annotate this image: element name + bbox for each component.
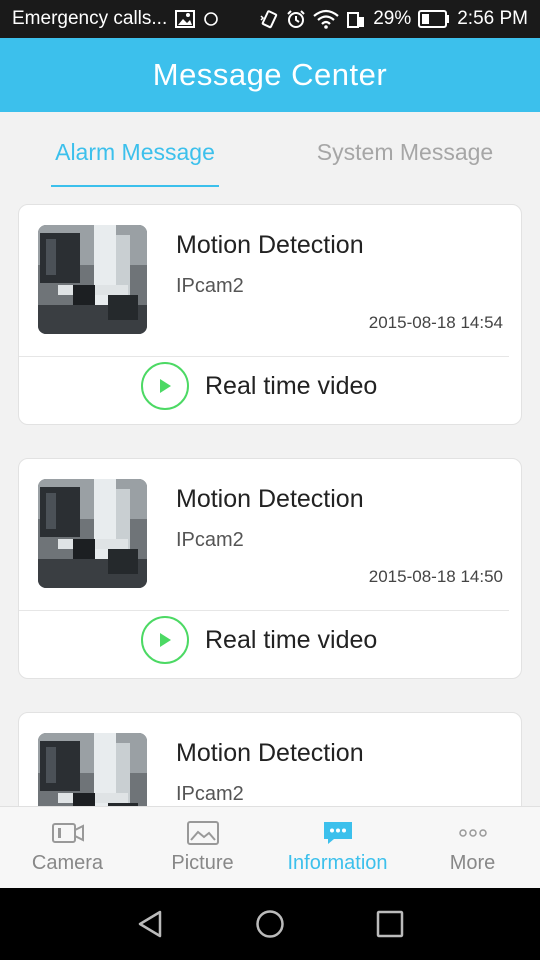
picture-icon [186,820,219,846]
tab-alarm-message[interactable]: Alarm Message [0,112,270,192]
sim-signal-icon [346,9,366,29]
active-tab-indicator [51,185,219,187]
card-divider [19,610,509,611]
vibrate-icon [259,9,279,29]
home-icon[interactable] [250,904,290,944]
more-dots-icon [458,820,487,846]
system-navigation-bar [0,888,540,960]
camera-name: IPcam2 [176,783,244,805]
image-notification-icon [175,10,196,28]
page-title: Message Center [152,57,388,92]
real-time-video-label: Real time video [205,371,378,400]
play-icon [141,362,189,410]
message-timestamp: 2015-08-18 14:50 [368,567,503,586]
real-time-video-label: Real time video [205,625,378,654]
nav-label: Information [287,852,388,874]
real-time-video-button[interactable]: Real time video [141,614,377,666]
tab-system-message[interactable]: System Message [270,112,540,192]
nav-more[interactable]: More [405,807,540,888]
nav-information[interactable]: Information [270,807,405,888]
nav-label: Camera [31,852,104,874]
message-tabs: Alarm Message System Message [0,112,540,192]
recent-apps-icon[interactable] [370,904,410,944]
message-timestamp: 2015-08-18 14:54 [368,313,503,332]
real-time-video-button[interactable]: Real time video [141,360,377,412]
camera-name: IPcam2 [176,529,244,551]
play-icon [141,616,189,664]
battery-icon [418,10,450,28]
snapshot-thumbnail[interactable] [38,733,147,806]
nav-camera[interactable]: Camera [0,807,135,888]
bottom-navigation: Camera Picture Information More [0,806,540,888]
message-title: Motion Detection [176,231,364,259]
sync-circle-icon [203,11,219,27]
clock-time: 2:56 PM [457,8,528,29]
alarm-message-card[interactable]: Motion Detection IPcam2 2015-08-18 14:54… [18,204,522,425]
snapshot-thumbnail[interactable] [38,225,147,334]
alarm-clock-icon [286,9,306,29]
carrier-text: Emergency calls... [12,8,168,29]
nav-label: Picture [171,852,234,874]
chat-bubble-icon [322,820,354,846]
card-divider [19,356,509,357]
tab-label: Alarm Message [55,138,215,165]
app-header: Message Center [0,38,540,112]
message-title: Motion Detection [176,739,364,767]
tab-label: System Message [316,138,494,165]
battery-percent: 29% [373,8,412,29]
snapshot-thumbnail[interactable] [38,479,147,588]
camera-icon [51,820,84,846]
status-bar: Emergency calls... 29% 2:56 PM [0,0,540,38]
nav-label: More [449,852,496,874]
nav-picture[interactable]: Picture [135,807,270,888]
camera-name: IPcam2 [176,275,244,297]
wifi-icon [313,9,339,29]
alarm-message-card[interactable]: Motion Detection IPcam2 2015-08-18 14:50… [18,458,522,679]
alarm-message-card[interactable]: Motion Detection IPcam2 [18,712,522,806]
message-title: Motion Detection [176,485,364,513]
back-icon[interactable] [130,904,170,944]
alarm-message-list[interactable]: Motion Detection IPcam2 2015-08-18 14:54… [0,192,540,806]
